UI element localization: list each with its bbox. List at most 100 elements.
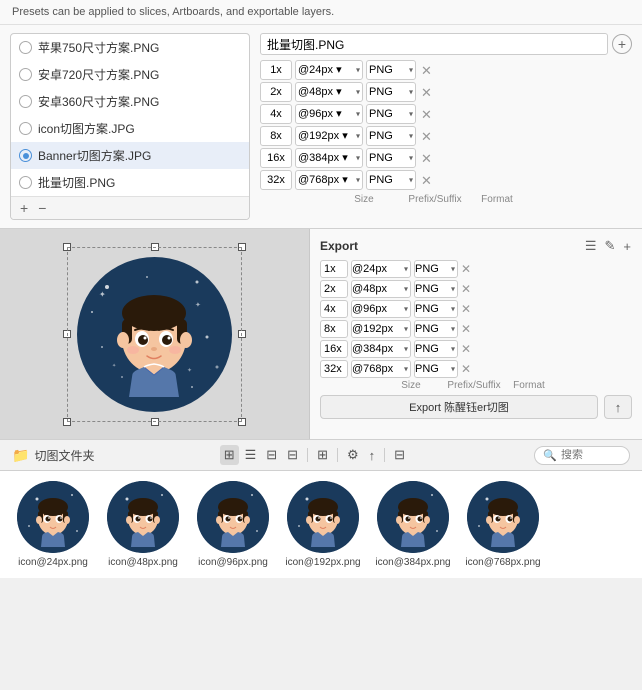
svg-text:✦: ✦ <box>195 301 201 309</box>
remove-preset-button[interactable]: − <box>35 200 49 216</box>
scale-input-3[interactable] <box>260 126 292 146</box>
scale-input-1[interactable] <box>260 82 292 102</box>
format-wrap-4: PNG <box>366 148 416 168</box>
canvas-inner: ✦ ✦ ✦ ✦ <box>67 247 242 422</box>
preset-item-5[interactable]: 批量切图.PNG <box>11 169 249 196</box>
remove-row-5[interactable]: ✕ <box>419 174 434 187</box>
share-button[interactable]: ↑ <box>604 395 632 419</box>
right-scale-input-5[interactable] <box>320 360 348 378</box>
size-select-5[interactable]: @768px ▾ <box>295 170 363 190</box>
right-scale-input-2[interactable] <box>320 300 348 318</box>
two-col-layout: 苹果750尺寸方案.PNG 安卓720尺寸方案.PNG 安卓360尺寸方案.PN… <box>0 25 642 228</box>
size-select-4[interactable]: @384px ▾ <box>295 148 363 168</box>
scale-input-5[interactable] <box>260 170 292 190</box>
preset-item-0[interactable]: 苹果750尺寸方案.PNG <box>11 34 249 61</box>
right-col-prefix-label: Prefix/Suffix <box>444 380 504 391</box>
format-select-0[interactable]: PNG <box>366 60 416 80</box>
remove-row-4[interactable]: ✕ <box>419 152 434 165</box>
remove-row-2[interactable]: ✕ <box>419 108 434 121</box>
right-size-select-2[interactable]: @96px <box>351 300 411 318</box>
file-name-0: icon@24px.png <box>18 557 88 568</box>
scale-input-2[interactable] <box>260 104 292 124</box>
right-scale-input-3[interactable] <box>320 320 348 338</box>
right-format-select-1[interactable]: PNG <box>414 280 458 298</box>
preset-item-3[interactable]: icon切图方案.JPG <box>11 115 249 142</box>
right-size-wrap-5: @768px <box>351 360 411 378</box>
export-row-0: @24px ▾ PNG ✕ <box>260 60 632 80</box>
format-select-5[interactable]: PNG <box>366 170 416 190</box>
context-action-btn[interactable]: ⊟ <box>390 445 409 465</box>
export-right-row-0: @24px PNG ✕ <box>320 260 632 278</box>
size-select-2[interactable]: @96px ▾ <box>295 104 363 124</box>
remove-row-0[interactable]: ✕ <box>419 64 434 77</box>
right-format-wrap-5: PNG <box>414 360 458 378</box>
size-select-1[interactable]: @48px ▾ <box>295 82 363 102</box>
export-row-1: @48px ▾ PNG ✕ <box>260 82 632 102</box>
radio-1 <box>19 68 32 81</box>
radio-0 <box>19 41 32 54</box>
remove-row-3[interactable]: ✕ <box>419 130 434 143</box>
file-item-3[interactable]: icon@192px.png <box>282 481 364 568</box>
format-select-3[interactable]: PNG <box>366 126 416 146</box>
panel-view-btn[interactable]: ⊟ <box>283 445 302 465</box>
preset-item-1[interactable]: 安卓720尺寸方案.PNG <box>11 61 249 88</box>
export-row-3: @192px ▾ PNG ✕ <box>260 126 632 146</box>
file-thumb-3 <box>287 481 359 553</box>
right-remove-row-4[interactable]: ✕ <box>461 343 471 355</box>
right-format-select-2[interactable]: PNG <box>414 300 458 318</box>
format-select-2[interactable]: PNG <box>366 104 416 124</box>
size-select-0[interactable]: @24px ▾ <box>295 60 363 80</box>
add-preset-button[interactable]: + <box>17 200 31 216</box>
right-remove-row-3[interactable]: ✕ <box>461 323 471 335</box>
right-scale-input-0[interactable] <box>320 260 348 278</box>
size-select-3[interactable]: @192px ▾ <box>295 126 363 146</box>
list-view-icon-btn[interactable]: ☰ <box>584 237 598 255</box>
search-input[interactable] <box>561 449 621 461</box>
scale-input-0[interactable] <box>260 60 292 80</box>
export-button[interactable]: Export 陈醒钰er切图 <box>320 395 598 419</box>
right-remove-row-0[interactable]: ✕ <box>461 263 471 275</box>
action-btn[interactable]: ↑ <box>365 446 380 465</box>
file-item-1[interactable]: icon@48px.png <box>102 481 184 568</box>
right-remove-row-2[interactable]: ✕ <box>461 303 471 315</box>
grid-size-btn[interactable]: ⊞ <box>313 445 332 465</box>
grid-view-btn[interactable]: ⊞ <box>220 445 239 465</box>
settings-btn[interactable]: ⚙ <box>343 445 363 465</box>
export-name-input[interactable] <box>260 33 608 55</box>
preset-item-4[interactable]: Banner切图方案.JPG <box>11 142 249 169</box>
right-size-select-4[interactable]: @384px <box>351 340 411 358</box>
file-item-4[interactable]: icon@384px.png <box>372 481 454 568</box>
right-format-select-5[interactable]: PNG <box>414 360 458 378</box>
size-wrap-5: @768px ▾ <box>295 170 363 190</box>
list-view-btn[interactable]: ☰ <box>241 445 261 465</box>
format-select-4[interactable]: PNG <box>366 148 416 168</box>
right-remove-row-5[interactable]: ✕ <box>461 363 471 375</box>
right-size-select-3[interactable]: @192px <box>351 320 411 338</box>
column-view-btn[interactable]: ⊟ <box>262 445 281 465</box>
scale-input-4[interactable] <box>260 148 292 168</box>
right-size-select-1[interactable]: @48px <box>351 280 411 298</box>
right-format-select-4[interactable]: PNG <box>414 340 458 358</box>
file-name-5: icon@768px.png <box>465 557 540 568</box>
preset-item-2[interactable]: 安卓360尺寸方案.PNG <box>11 88 249 115</box>
remove-row-1[interactable]: ✕ <box>419 86 434 99</box>
add-row-button[interactable]: + <box>612 34 632 54</box>
file-name-4: icon@384px.png <box>375 557 450 568</box>
add-export-icon-btn[interactable]: + <box>622 238 632 255</box>
right-format-select-0[interactable]: PNG <box>414 260 458 278</box>
file-item-0[interactable]: icon@24px.png <box>12 481 94 568</box>
thumb-svg-3 <box>287 481 359 553</box>
format-select-1[interactable]: PNG <box>366 82 416 102</box>
file-item-2[interactable]: icon@96px.png <box>192 481 274 568</box>
file-item-5[interactable]: icon@768px.png <box>462 481 544 568</box>
right-scale-input-1[interactable] <box>320 280 348 298</box>
right-format-select-3[interactable]: PNG <box>414 320 458 338</box>
right-remove-row-1[interactable]: ✕ <box>461 283 471 295</box>
file-name-1: icon@48px.png <box>108 557 178 568</box>
right-scale-input-4[interactable] <box>320 340 348 358</box>
thumb-svg-1 <box>107 481 179 553</box>
edit-icon-btn[interactable]: ✎ <box>604 237 617 255</box>
right-size-select-5[interactable]: @768px <box>351 360 411 378</box>
file-thumb-0 <box>17 481 89 553</box>
right-size-select-0[interactable]: @24px <box>351 260 411 278</box>
